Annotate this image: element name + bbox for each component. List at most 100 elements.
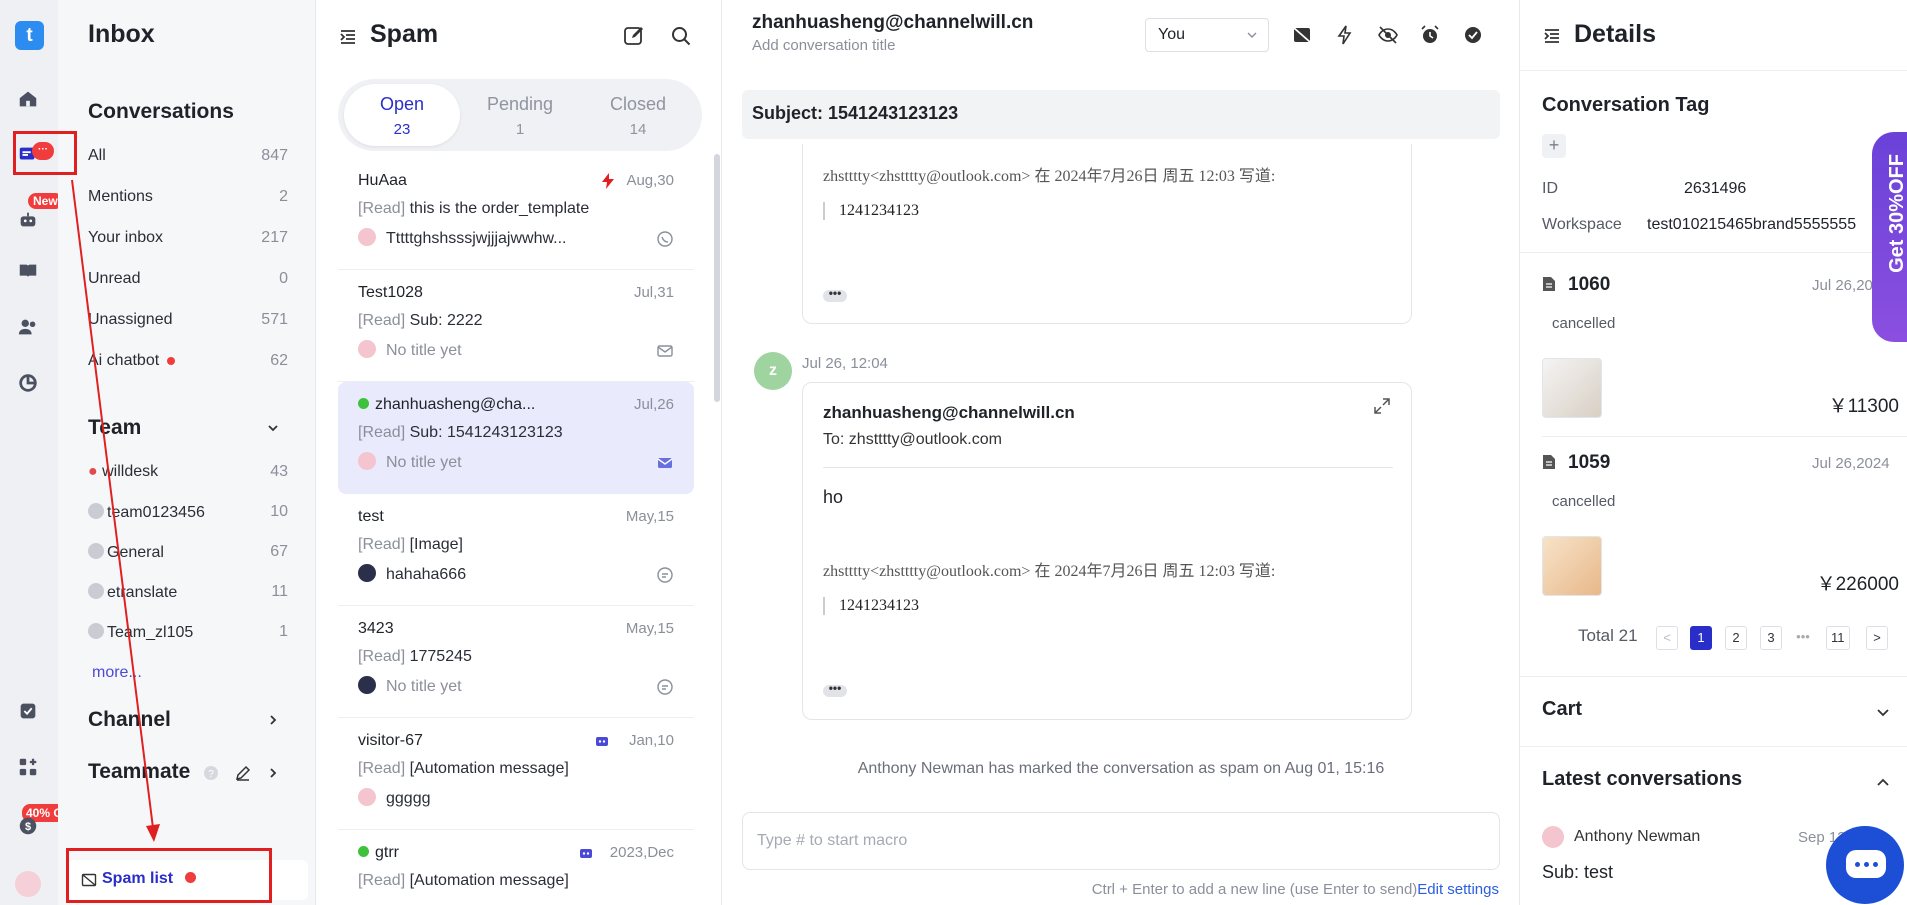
teammate-title[interactable]: Teammate — [88, 760, 190, 784]
quote-header: zhstttty<zhstttty@outlook.com> 在 2024年7月… — [823, 563, 1276, 580]
order-status: cancelled — [1552, 493, 1616, 510]
divider — [1520, 252, 1907, 253]
hide-icon[interactable] — [1377, 24, 1399, 46]
home-icon[interactable] — [17, 88, 41, 112]
conversation-item[interactable]: gtrr 2023,Dec [Read] [Automation message… — [338, 830, 694, 905]
spam-list-button[interactable]: Spam list — [68, 860, 308, 900]
collapse-menu-icon[interactable] — [338, 27, 358, 47]
bot-icon[interactable] — [17, 209, 41, 233]
billing-icon[interactable]: $ — [17, 815, 41, 839]
chevron-down-icon — [1247, 32, 1257, 38]
latest-conversations-title[interactable]: Latest conversations — [1542, 768, 1742, 791]
product-thumbnail[interactable] — [1542, 536, 1602, 596]
assignee-select[interactable]: You — [1145, 18, 1269, 52]
app-logo[interactable]: t — [15, 21, 44, 50]
chat-widget-button[interactable] — [1826, 826, 1904, 904]
inbox-item-your-inbox[interactable]: Your inbox 217 — [88, 229, 288, 253]
more-teams-link[interactable]: more... — [92, 664, 142, 682]
compose-icon[interactable] — [622, 24, 646, 48]
latest-conversation-subject[interactable]: Sub: test — [1542, 862, 1613, 883]
product-thumbnail[interactable] — [1542, 358, 1602, 418]
chevron-down-icon[interactable] — [1875, 704, 1891, 720]
conversation-preview: [Read] Sub: 2222 — [358, 312, 483, 329]
analytics-icon[interactable] — [17, 372, 41, 396]
cart-title[interactable]: Cart — [1542, 698, 1582, 721]
user-avatar[interactable] — [15, 871, 41, 897]
page-button[interactable]: 1 — [1690, 626, 1712, 650]
conversation-tag-title: Conversation Tag — [1542, 94, 1710, 116]
expand-quote-button[interactable]: ••• — [823, 287, 847, 302]
chevron-up-icon[interactable] — [1875, 774, 1891, 790]
message-composer[interactable]: Type # to start macro — [742, 812, 1500, 870]
channel-title[interactable]: Channel — [88, 708, 171, 732]
prev-page-button[interactable]: < — [1656, 626, 1678, 650]
team-item-general[interactable]: General 67 — [88, 543, 288, 567]
conversation-preview: [Read] this is the order_template — [358, 200, 590, 217]
team-item-etranslate[interactable]: etranslate 11 — [88, 583, 288, 607]
conversation-item[interactable]: visitor-67 Jan,10 [Read] [Automation mes… — [338, 718, 694, 830]
team-label: ● willdesk — [88, 463, 159, 480]
edit-icon[interactable] — [234, 764, 252, 782]
book-icon[interactable] — [17, 260, 41, 284]
inbox-item-mentions[interactable]: Mentions 2 — [88, 188, 288, 212]
conversation-preview: [Read] [Automation message] — [358, 760, 569, 777]
tab-closed[interactable]: Closed 14 — [580, 84, 696, 146]
tab-open[interactable]: Open 23 — [344, 84, 460, 146]
inbox-item-ai-chatbot[interactable]: Ai chatbot 62 — [88, 352, 288, 376]
conversation-item[interactable]: 3423 May,15 [Read] 1775245 No title yet — [338, 606, 694, 718]
apps-icon[interactable] — [17, 756, 41, 780]
conversation-item-selected[interactable]: zhanhuasheng@cha... Jul,26 [Read] Sub: 1… — [338, 382, 694, 494]
conversation-item[interactable]: HuAaa Aug,30 [Read] this is the order_te… — [338, 158, 694, 270]
page-button[interactable]: 11 — [1826, 626, 1850, 650]
add-tag-button[interactable]: + — [1542, 134, 1566, 158]
page-button[interactable]: 2 — [1725, 626, 1747, 650]
conversation-item[interactable]: test May,15 [Read] [Image] hahaha666 — [338, 494, 694, 606]
conversation-preview: [Read] Sub: 1541243123123 — [358, 424, 563, 441]
help-icon[interactable]: ? — [203, 765, 219, 781]
tab-pending[interactable]: Pending 1 — [462, 84, 578, 146]
conversation-name: visitor-67 — [358, 732, 423, 749]
inbox-unread-badge: ··· — [32, 142, 54, 160]
not-spam-icon[interactable] — [1291, 24, 1313, 46]
promo-tab[interactable]: Get 30%OFF — [1872, 132, 1907, 342]
team-title[interactable]: Team — [88, 416, 141, 440]
spam-list-label: Spam list — [102, 870, 174, 887]
expand-icon[interactable] — [1373, 397, 1391, 415]
contacts-icon[interactable] — [17, 316, 41, 340]
conversation-item[interactable]: Test1028 Jul,31 [Read] Sub: 2222 No titl… — [338, 270, 694, 382]
order-number[interactable]: 1060 — [1542, 274, 1610, 296]
page-button[interactable]: 3 — [1760, 626, 1782, 650]
expand-quote-button[interactable]: ••• — [823, 682, 847, 697]
inbox-item-unassigned[interactable]: Unassigned 571 — [88, 311, 288, 335]
resolve-icon[interactable] — [1462, 24, 1484, 46]
bot-icon — [580, 849, 592, 858]
chevron-right-icon[interactable] — [266, 766, 280, 780]
collapse-menu-icon[interactable] — [1542, 26, 1562, 46]
email-icon — [657, 345, 673, 357]
tasks-icon[interactable] — [17, 700, 41, 724]
next-page-button[interactable]: > — [1866, 626, 1888, 650]
chevron-right-icon[interactable] — [266, 713, 280, 727]
whatsapp-icon — [657, 231, 673, 247]
lightning-icon[interactable] — [1334, 24, 1356, 46]
page-ellipsis[interactable]: ••• — [1792, 626, 1814, 650]
conversation-panel: zhanhuasheng@channelwill.cn Add conversa… — [722, 0, 1520, 905]
team-item-willdesk[interactable]: ● willdesk 43 — [88, 463, 288, 487]
chevron-down-icon[interactable] — [266, 421, 280, 435]
document-icon — [1543, 277, 1555, 291]
inbox-panel: Inbox Conversations All 847 Mentions 2 You… — [58, 0, 316, 905]
snooze-icon[interactable] — [1419, 24, 1441, 46]
workspace-row: Workspace test010215465brand5555555 — [1542, 216, 1857, 233]
edit-settings-link[interactable]: Edit settings — [1417, 881, 1499, 898]
svg-text:?: ? — [208, 769, 214, 780]
search-icon[interactable] — [669, 24, 693, 48]
scrollbar[interactable] — [714, 154, 720, 402]
conversation-date: 2023,Dec — [609, 844, 674, 861]
inbox-item-all[interactable]: All 847 — [88, 147, 288, 171]
inbox-item-unread[interactable]: Unread 0 — [88, 270, 288, 294]
team-item-team-zl105[interactable]: Team_zl105 1 — [88, 623, 288, 647]
team-item-team0123456[interactable]: team0123456 10 — [88, 503, 288, 527]
order-number[interactable]: 1059 — [1542, 452, 1610, 474]
add-title-link[interactable]: Add conversation title — [752, 37, 895, 54]
contact-avatar — [358, 228, 376, 246]
